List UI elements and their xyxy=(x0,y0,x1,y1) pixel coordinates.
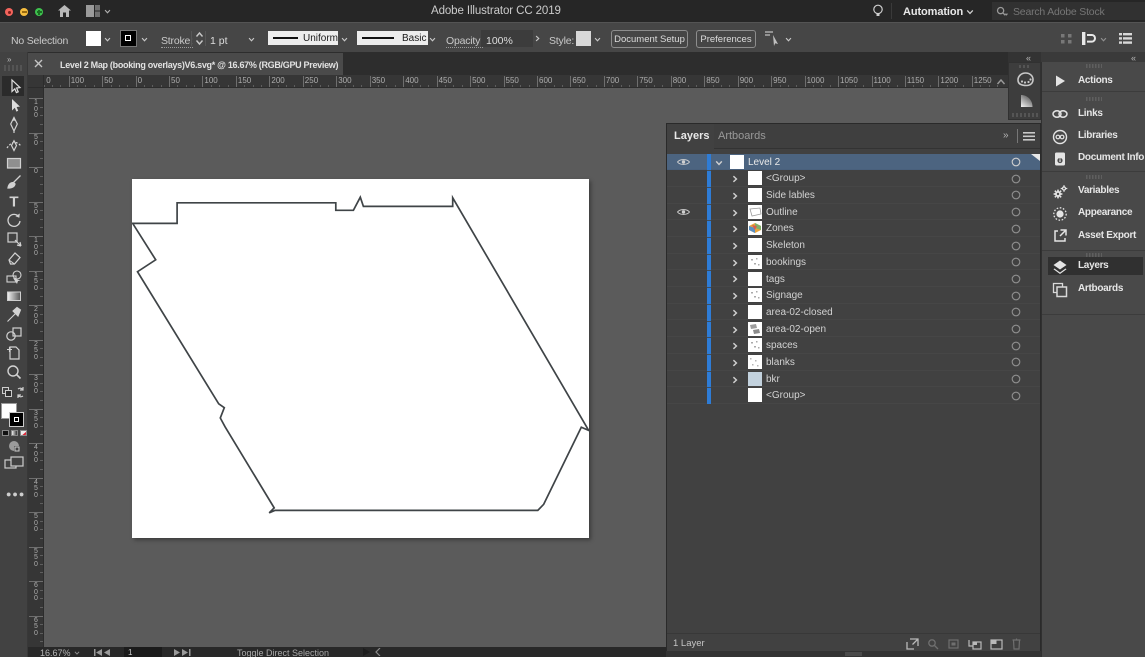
svg-text:T: T xyxy=(9,194,18,211)
